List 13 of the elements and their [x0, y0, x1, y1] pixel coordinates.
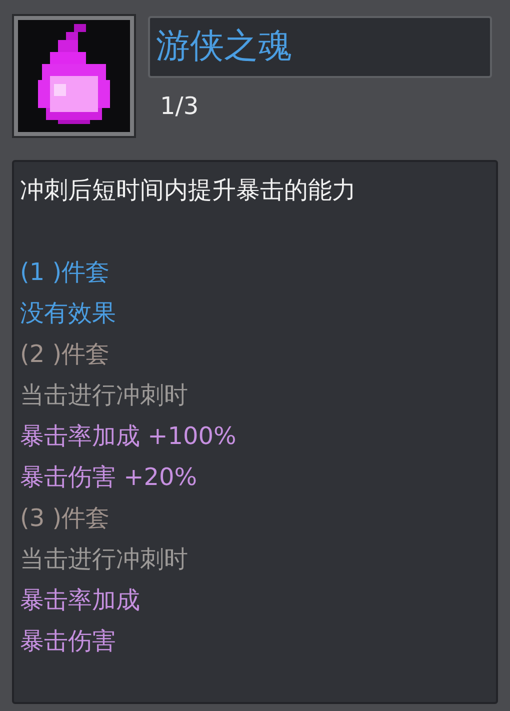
item-description: 冲刺后短时间内提升暴击的能力 [20, 175, 356, 206]
set-tier-label: (3 )件套 [20, 503, 110, 534]
effect-text: 没有效果 [20, 298, 116, 329]
set-tier-label: (2 )件套 [20, 339, 110, 370]
item-count: 1/3 [160, 92, 200, 120]
bonus-text: 暴击伤害 +20% [20, 462, 198, 493]
set-tier-label: (1 )件套 [20, 257, 110, 288]
bonus-text: 暴击率加成 +100% [20, 421, 236, 452]
condition-text: 当击进行冲刺时 [20, 544, 188, 575]
bonus-text: 暴击伤害 [20, 626, 116, 657]
bonus-text: 暴击率加成 [20, 585, 140, 616]
item-name: 游侠之魂 [148, 16, 492, 78]
condition-text: 当击进行冲刺时 [20, 380, 188, 411]
